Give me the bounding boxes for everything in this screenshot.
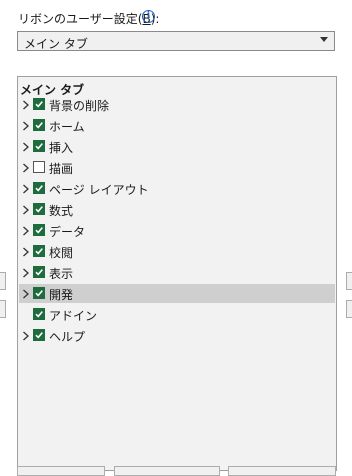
main-tabs-tree[interactable]: メイン タブ 背景の削除 ホーム 挿入 描画 ページ レイアウト 数式 データ 校閲 表示 開発ア… — [17, 76, 337, 471]
tree-item[interactable]: 挿入 — [19, 137, 335, 156]
chevron-right-icon[interactable] — [22, 225, 30, 236]
main-tabs-dropdown[interactable]: メイン タブ — [17, 31, 335, 51]
tree-item[interactable]: 開発 — [19, 284, 335, 303]
tree-item[interactable]: 描画 — [19, 158, 335, 177]
tree-item[interactable]: データ — [19, 221, 335, 240]
chevron-right-icon[interactable] — [22, 99, 30, 110]
tree-item-checkbox[interactable] — [33, 140, 45, 152]
tree-item-label: データ — [49, 225, 86, 239]
tree-item-checkbox[interactable] — [33, 329, 45, 341]
tree-item-checkbox[interactable] — [33, 98, 45, 110]
tree-item[interactable]: ヘルプ — [19, 326, 335, 345]
move-up-button-edge[interactable] — [0, 272, 6, 290]
tree-item-label: 校閲 — [49, 246, 74, 260]
tree-item-label: 描画 — [49, 162, 74, 176]
info-icon[interactable]: i — [142, 10, 155, 23]
tree-item[interactable]: 表示 — [19, 263, 335, 282]
chevron-right-icon[interactable] — [22, 204, 30, 215]
tree-item-label: ページ レイアウト — [49, 183, 149, 197]
new-group-button[interactable] — [114, 466, 220, 476]
tree-item-label: アドイン — [49, 309, 98, 323]
tree-item[interactable]: 背景の削除 — [19, 95, 335, 114]
tree-item-checkbox[interactable] — [33, 287, 45, 299]
chevron-right-icon[interactable] — [22, 267, 30, 278]
tree-item[interactable]: 校閲 — [19, 242, 335, 261]
tree-item-checkbox[interactable] — [33, 308, 45, 320]
right-move-down-button-edge[interactable] — [346, 300, 352, 318]
tree-item-label: ヘルプ — [49, 330, 86, 344]
tree-item-label: 開発 — [49, 288, 74, 302]
tree-item-label: ホーム — [49, 120, 85, 134]
tree-item-checkbox[interactable] — [33, 224, 45, 236]
chevron-right-icon[interactable] — [22, 288, 30, 299]
tree-item-label: 表示 — [49, 267, 74, 281]
right-move-up-button-edge[interactable] — [346, 272, 352, 290]
tree-item-checkbox[interactable] — [33, 182, 45, 194]
chevron-right-icon[interactable] — [22, 183, 30, 194]
tree-item[interactable]: ホーム — [19, 116, 335, 135]
dropdown-arrow-icon — [320, 37, 328, 42]
chevron-right-icon[interactable] — [22, 120, 30, 131]
ribbon-customize-label: リボンのユーザー設定(B): — [18, 10, 159, 27]
ribbon-label-prefix: リボンのユーザー設定( — [18, 12, 143, 26]
tree-item-checkbox[interactable] — [33, 245, 45, 257]
chevron-right-icon[interactable] — [22, 330, 30, 341]
chevron-right-icon[interactable] — [22, 246, 30, 257]
tree-item-checkbox[interactable] — [33, 266, 45, 278]
tree-item-checkbox[interactable] — [33, 119, 45, 131]
tree-item[interactable]: 数式 — [19, 200, 335, 219]
tree-item[interactable]: アドイン — [19, 305, 335, 324]
new-tab-button[interactable] — [17, 466, 105, 476]
tree-item-label: 背景の削除 — [49, 99, 110, 113]
dropdown-selected-value: メイン タブ — [24, 37, 88, 51]
tree-item-checkbox[interactable] — [33, 203, 45, 215]
tree-item-label: 数式 — [49, 204, 74, 218]
rename-button[interactable] — [228, 466, 336, 476]
tree-item-checkbox[interactable] — [33, 161, 45, 173]
chevron-right-icon[interactable] — [22, 162, 30, 173]
chevron-right-icon[interactable] — [22, 141, 30, 152]
tree-item[interactable]: ページ レイアウト — [19, 179, 335, 198]
move-down-button-edge[interactable] — [0, 300, 6, 318]
tree-item-label: 挿入 — [49, 141, 74, 155]
